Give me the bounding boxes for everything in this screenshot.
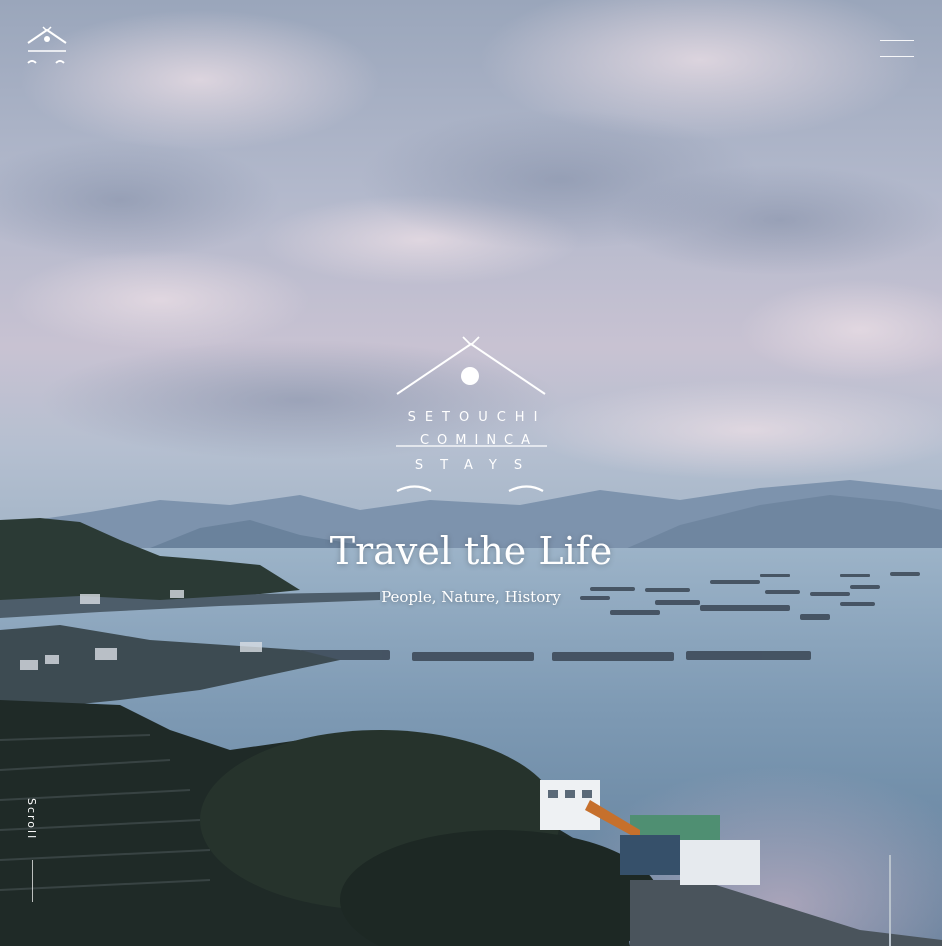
logo-icon[interactable]	[25, 25, 69, 71]
scroll-label: Scroll	[25, 798, 38, 841]
hero-subtitle: People, Nature, History	[381, 588, 561, 606]
menu-line-bottom	[880, 56, 914, 57]
menu-button[interactable]	[880, 36, 918, 60]
brand-line-setouchi: SETOUCHI	[407, 410, 547, 425]
menu-line-top	[880, 40, 914, 41]
scroll-down-arrow-icon	[32, 860, 33, 902]
scroll-indicator[interactable]: Scroll	[22, 798, 42, 908]
brand-line-stays: STAYS	[414, 458, 540, 473]
hero-title: Travel the Life	[329, 529, 613, 573]
hero-section: SETOUCHI COMINCA STAYS Travel the Life P…	[0, 0, 942, 946]
brand-line-cominca: COMINCA	[419, 433, 539, 448]
